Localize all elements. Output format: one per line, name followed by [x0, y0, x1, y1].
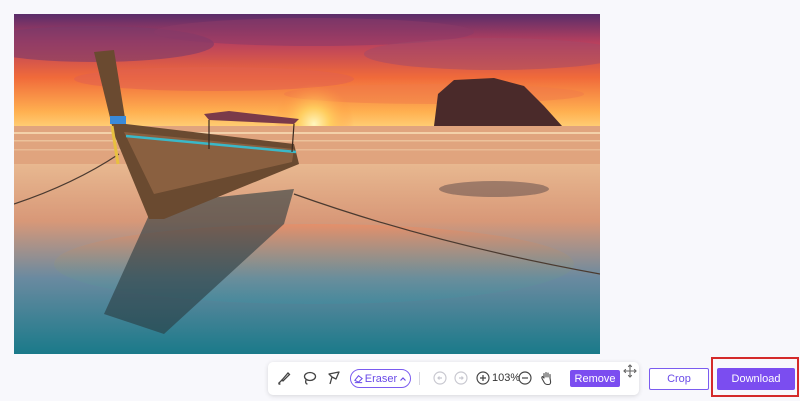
remove-button[interactable]: Remove	[570, 370, 620, 387]
edit-toolbar: Eraser 103% Remove	[268, 362, 639, 395]
zoom-out-icon[interactable]	[516, 369, 534, 387]
zoom-level: 103%	[492, 372, 521, 384]
toolbar-divider	[419, 372, 420, 385]
image-canvas[interactable]	[14, 14, 600, 354]
sunset-boat-image	[14, 14, 600, 354]
eraser-dropdown[interactable]: Eraser	[350, 369, 411, 388]
lasso-icon[interactable]	[300, 369, 318, 387]
zoom-in-icon[interactable]	[474, 369, 492, 387]
undo-icon[interactable]	[431, 369, 449, 387]
eraser-label: Eraser	[364, 372, 398, 385]
polygon-lasso-icon[interactable]	[325, 369, 343, 387]
chevron-up-icon	[400, 376, 407, 381]
download-button[interactable]: Download	[717, 368, 795, 390]
crop-button[interactable]: Crop	[649, 368, 709, 390]
hand-pan-icon[interactable]	[538, 369, 556, 387]
move-toolbar-icon[interactable]	[623, 364, 637, 378]
redo-icon[interactable]	[452, 369, 470, 387]
eraser-icon	[353, 375, 363, 384]
brush-icon[interactable]	[275, 369, 293, 387]
